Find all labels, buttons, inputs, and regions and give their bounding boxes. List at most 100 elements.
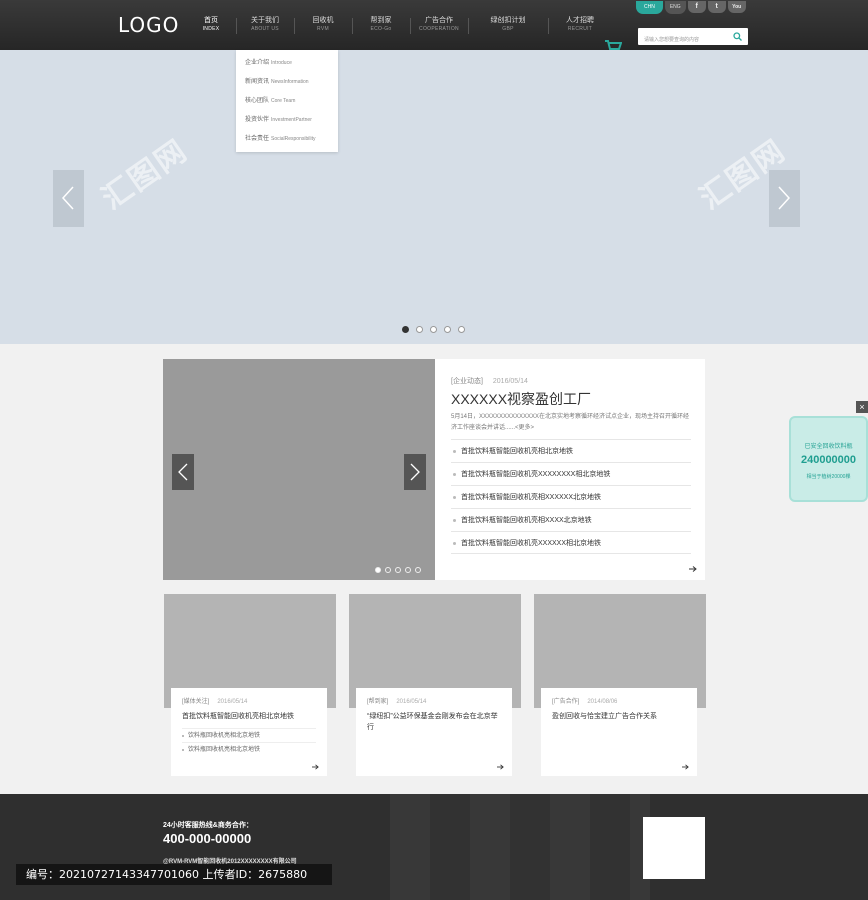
close-icon[interactable]: × (856, 401, 868, 413)
news-prev-button[interactable] (172, 454, 194, 490)
news-dot[interactable] (405, 567, 411, 573)
banner-dot[interactable] (402, 326, 409, 333)
arrow-right-icon[interactable] (312, 764, 319, 770)
image-caption: 编号：20210727143347701060 上传者ID：2675880 (16, 864, 332, 885)
about-dropdown-menu: 企业介绍 Introduce 新闻资讯 NewsInformation 核心团队 Co… (236, 50, 338, 152)
search-icon[interactable] (733, 32, 742, 41)
news-list-item[interactable]: 首批饮料瓶智能回收机亮XXXXXX相北京地铁 (451, 531, 691, 554)
chevron-right-icon (778, 186, 791, 210)
news-list-item[interactable]: 首批饮料瓶智能回收机亮相XXXXXX北京地铁 (451, 485, 691, 508)
news-dot[interactable] (385, 567, 391, 573)
nav-item-recruit[interactable]: 人才招聘 RECRUIT (548, 16, 612, 38)
language-bar: CHN ENG f t You (636, 0, 746, 14)
facebook-icon[interactable]: f (687, 1, 706, 13)
dropdown-item-introduce[interactable]: 企业介绍 Introduce (236, 57, 338, 76)
counter-number: 240000000 (800, 454, 857, 466)
search-box (638, 28, 748, 49)
card-sub-item[interactable]: 饮料瓶回收机亮相北京地铁 (182, 742, 316, 756)
counter-label: 已安全回收饮料瓶 (804, 444, 853, 450)
card-category: [帮到家] (367, 699, 389, 705)
news-category[interactable]: [企业动态] (451, 378, 483, 385)
news-card[interactable]: [广告合作] 2014/08/06 盈创回收与恰宝建立广告合作关系 (534, 594, 706, 776)
nav-item-ecogo[interactable]: 帮到家 ECO-Go (352, 16, 410, 38)
banner-dot[interactable] (416, 326, 423, 333)
card-title[interactable]: 首批饮料瓶智能回收机亮相北京地铁 (182, 711, 316, 722)
banner-next-button[interactable] (769, 170, 800, 227)
banner-dot[interactable] (444, 326, 451, 333)
twitter-icon[interactable]: t (707, 1, 726, 13)
news-meta: [企业动态] 2016/05/14 (451, 376, 528, 386)
arrow-right-icon[interactable] (682, 764, 689, 770)
news-next-button[interactable] (404, 454, 426, 490)
news-date: 2016/05/14 (492, 378, 528, 385)
card-category: [广告合作] (552, 699, 580, 705)
dropdown-item-investment[interactable]: 投资伙伴 InvestmentPartner (236, 114, 338, 133)
dropdown-sublabel: InvestmentPartner (271, 117, 312, 123)
dropdown-item-core-team[interactable]: 核心团队 Core Team (236, 95, 338, 114)
dropdown-label: 社会责任 (245, 136, 270, 142)
news-card[interactable]: [媒体关注] 2016/05/14 首批饮料瓶智能回收机亮相北京地铁 饮料瓶回收机… (164, 594, 336, 776)
dropdown-sublabel: Introduce (271, 60, 292, 66)
card-sub-item[interactable]: 饮料瓶回收机亮相北京地铁 (182, 728, 316, 742)
nav-item-rvm[interactable]: 回收机 RVM (294, 16, 352, 38)
youtube-icon[interactable]: You (727, 1, 746, 13)
chevron-left-icon (178, 463, 188, 481)
banner-prev-button[interactable] (53, 170, 84, 227)
news-list-item[interactable]: 首批饮料瓶智能回收机亮XXXXXXXX相北京地铁 (451, 462, 691, 485)
hotline-label: 24小时客服热线&商务合作： (163, 822, 253, 829)
dropdown-sublabel: Core Team (271, 98, 296, 104)
chevron-left-icon (61, 186, 74, 210)
card-date: 2016/05/14 (396, 699, 427, 705)
news-pagination (375, 567, 421, 573)
arrow-right-icon[interactable] (497, 764, 504, 770)
card-body: [广告合作] 2014/08/06 盈创回收与恰宝建立广告合作关系 (541, 688, 697, 776)
recycle-counter-widget: 已安全回收饮料瓶 240000000 相当于植树20000棵 (789, 416, 868, 502)
nav-item-gbp[interactable]: 绿创扣计划 GBP (468, 16, 548, 38)
nav-sublabel: RVM (317, 26, 329, 32)
card-title[interactable]: 盈创回收与恰宝建立广告合作关系 (552, 711, 686, 722)
dropdown-label: 投资伙伴 (245, 117, 270, 123)
arrow-right-icon[interactable] (689, 566, 697, 572)
banner-pagination (402, 326, 465, 333)
main-nav: 首页 INDEX 关于我们 ABOUT US 回收机 RVM 帮到家 ECO-Go 广告… (186, 16, 612, 38)
dropdown-item-social[interactable]: 社会责任 SocialResponsibility (236, 133, 338, 152)
news-dot[interactable] (375, 567, 381, 573)
news-list-item[interactable]: 首批饮料瓶智能回收机亮相北京地铁 (451, 439, 691, 462)
card-meta: [广告合作] 2014/08/06 (552, 696, 686, 705)
nav-sublabel: ECO-Go (370, 26, 392, 32)
watermark: 汇图网 (95, 133, 195, 217)
lang-chn-button[interactable]: CHN (636, 0, 663, 14)
news-list-item[interactable]: 首批饮料瓶智能回收机亮相XXXX北京地铁 (451, 508, 691, 531)
dropdown-sublabel: NewsInformation (271, 79, 309, 85)
nav-item-cooperation[interactable]: 广告合作 COOPERATION (410, 16, 468, 38)
header: LOGO 首页 INDEX 关于我们 ABOUT US 回收机 RVM 帮到家 ECO-… (0, 0, 868, 54)
news-dot[interactable] (395, 567, 401, 573)
card-title[interactable]: “绿纽扣”公益环保基金会刚发布会在北京举行 (367, 711, 501, 733)
dropdown-label: 企业介绍 (245, 60, 270, 66)
logo[interactable]: LOGO (118, 13, 179, 37)
nav-label: 关于我们 (251, 17, 279, 24)
dropdown-item-news[interactable]: 新闻资讯 NewsInformation (236, 76, 338, 95)
banner-dot[interactable] (430, 326, 437, 333)
nav-sublabel: RECRUIT (567, 26, 593, 32)
nav-label: 广告合作 (425, 17, 453, 24)
nav-label: 回收机 (312, 17, 334, 24)
dropdown-label: 核心团队 (245, 98, 270, 104)
nav-item-about[interactable]: 关于我们 ABOUT US (236, 16, 294, 38)
news-dot[interactable] (415, 567, 421, 573)
nav-item-index[interactable]: 首页 INDEX (186, 16, 236, 38)
news-title[interactable]: XXXXXX视察盈创工厂 (451, 389, 591, 409)
nav-sublabel: COOPERATION (419, 26, 459, 32)
card-meta: [帮到家] 2016/05/14 (367, 696, 501, 705)
lang-eng-button[interactable]: ENG (664, 0, 686, 14)
hotline-number: 400-000-00000 (163, 831, 252, 846)
search-input[interactable] (638, 31, 728, 49)
nav-label: 帮到家 (370, 17, 392, 24)
card-sublist: 饮料瓶回收机亮相北京地铁 饮料瓶回收机亮相北京地铁 (182, 728, 316, 756)
card-category: [媒体关注] (182, 699, 210, 705)
banner-dot[interactable] (458, 326, 465, 333)
news-description: 5月14日，XXXXXXXXXXXXXXX在北京实地考察循环经济试点企业，现场主… (451, 414, 690, 431)
card-body: [媒体关注] 2016/05/14 首批饮料瓶智能回收机亮相北京地铁 饮料瓶回收机… (171, 688, 327, 776)
news-image-slider (163, 359, 435, 580)
news-card[interactable]: [帮到家] 2016/05/14 “绿纽扣”公益环保基金会刚发布会在北京举行 (349, 594, 521, 776)
